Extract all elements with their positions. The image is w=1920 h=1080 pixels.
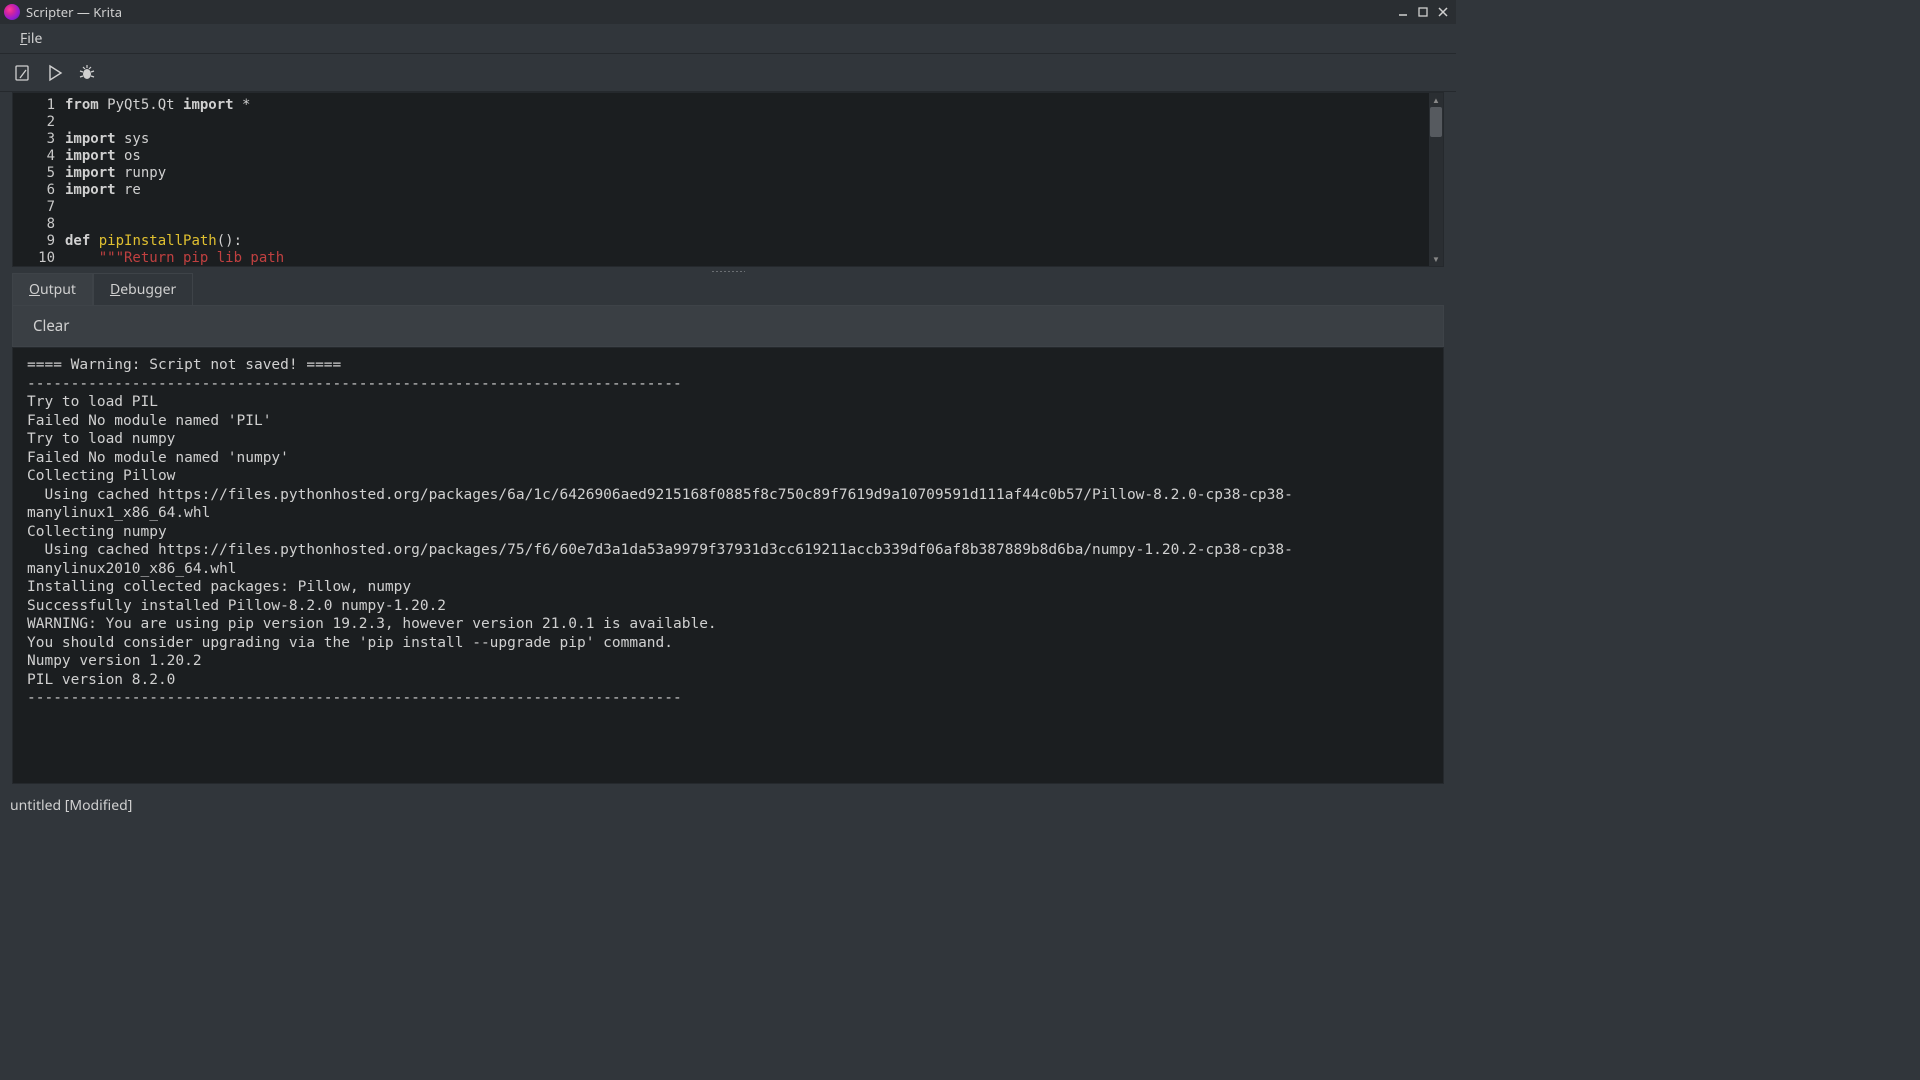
bottom-tabs: Output Debugger xyxy=(12,273,1444,305)
run-icon[interactable] xyxy=(46,64,64,82)
menubar: File xyxy=(0,24,1456,54)
line-gutter: 12345678910 xyxy=(13,93,61,266)
scroll-up-icon[interactable]: ▲ xyxy=(1429,93,1443,107)
tab-debugger[interactable]: Debugger xyxy=(93,273,193,305)
tab-debugger-rest: ebugger xyxy=(120,280,176,299)
close-button[interactable] xyxy=(1434,4,1452,20)
scroll-thumb[interactable] xyxy=(1430,107,1442,137)
toolbar xyxy=(0,54,1456,92)
window-title: Scripter — Krita xyxy=(26,3,1394,21)
tab-output[interactable]: Output xyxy=(12,273,93,305)
debug-icon[interactable] xyxy=(78,64,96,82)
editor-scrollbar[interactable]: ▲ ▼ xyxy=(1429,93,1443,266)
menu-file[interactable]: File xyxy=(14,25,48,52)
new-script-icon[interactable] xyxy=(14,64,32,82)
code-area[interactable]: from PyQt5.Qt import * import sysimport … xyxy=(61,93,1443,266)
code-editor[interactable]: 12345678910 from PyQt5.Qt import * impor… xyxy=(12,92,1444,267)
minimize-button[interactable] xyxy=(1394,4,1412,20)
output-toolbar: Clear xyxy=(12,305,1444,347)
titlebar: Scripter — Krita xyxy=(0,0,1456,24)
maximize-button[interactable] xyxy=(1414,4,1432,20)
status-text: untitled [Modified] xyxy=(10,796,132,815)
statusbar: untitled [Modified] xyxy=(0,792,1456,818)
tab-output-rest: utput xyxy=(40,280,76,299)
scroll-down-icon[interactable]: ▼ xyxy=(1429,252,1443,266)
app-icon xyxy=(4,4,20,20)
clear-button[interactable]: Clear xyxy=(33,316,69,336)
menu-file-rest: ile xyxy=(27,29,42,48)
output-console[interactable]: ==== Warning: Script not saved! ==== ---… xyxy=(12,347,1444,784)
